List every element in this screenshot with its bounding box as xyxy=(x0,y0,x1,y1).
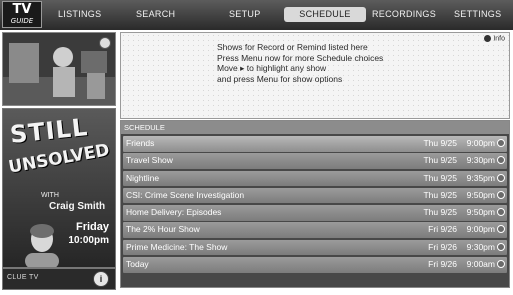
record-icon xyxy=(497,225,505,234)
tv-guide-logo: TV GUIDE xyxy=(2,1,42,28)
host-portrait-image xyxy=(25,224,59,267)
schedule-list: Schedule Friends Thu 9/25 9:00pm Travel … xyxy=(120,120,510,288)
show-title: Nightline xyxy=(126,172,160,183)
promo-ad-panel[interactable]: STILL UNSOLVED WITH Craig Smith Friday 1… xyxy=(2,108,116,268)
show-date: Fri 9/26 xyxy=(428,259,457,270)
schedule-header: Schedule xyxy=(121,121,509,134)
tab-settings[interactable]: Settings xyxy=(454,7,501,22)
info-dot-icon xyxy=(484,35,492,42)
show-time: 9:50pm xyxy=(466,189,495,200)
record-icon xyxy=(497,139,505,147)
schedule-row[interactable]: Prime Medicine: The Show Fri 9/26 9:30pm xyxy=(123,239,507,256)
show-date: Fri 9/26 xyxy=(428,241,457,252)
record-icon xyxy=(497,260,505,269)
schedule-row[interactable]: Travel Show Thu 9/25 9:30pm xyxy=(123,153,507,169)
show-time: 9:30pm xyxy=(466,241,495,252)
schedule-row[interactable]: Nightline Thu 9/25 9:35pm xyxy=(123,170,507,187)
record-icon xyxy=(497,208,505,217)
interactive-icon[interactable]: i xyxy=(93,271,109,287)
schedule-row[interactable]: Friends Thu 9/25 9:00pm xyxy=(123,136,507,152)
show-date: Thu 9/25 xyxy=(423,172,457,183)
show-title: Prime Medicine: The Show xyxy=(126,241,228,252)
help-line: Press Menu now for more Schedule choices xyxy=(217,52,384,63)
nav-tabs: Listings Search Setup Schedule Recording… xyxy=(46,7,513,23)
show-date: Thu 9/25 xyxy=(423,138,457,148)
show-title: Travel Show xyxy=(126,155,173,166)
help-line: Move ▸ to highlight any show xyxy=(217,63,327,73)
show-title: Home Delivery: Episodes xyxy=(126,207,222,218)
promo-footer: CLUE TV i xyxy=(2,268,116,290)
schedule-row[interactable]: Today Fri 9/26 9:00am xyxy=(123,257,507,273)
record-icon xyxy=(497,242,505,251)
promo-with-label: WITH xyxy=(41,192,59,199)
show-title: The 2% Hour Show xyxy=(126,224,200,235)
show-title: Friends xyxy=(126,138,155,148)
promo-airing-time: 10:00pm xyxy=(68,235,109,246)
channel-logo: CLUE TV xyxy=(7,274,39,281)
show-time: 9:00pm xyxy=(466,138,495,148)
promo-host-name: Craig Smith xyxy=(49,201,106,212)
schedule-row[interactable]: Home Delivery: Episodes Thu 9/25 9:50pm xyxy=(123,205,507,221)
tab-recordings[interactable]: Recordings xyxy=(372,7,436,22)
tab-listings[interactable]: Listings xyxy=(58,7,101,22)
show-time: 9:00am xyxy=(466,259,495,270)
show-date: Thu 9/25 xyxy=(423,207,457,218)
show-date: Thu 9/25 xyxy=(423,189,457,200)
info-icon-label: Info xyxy=(493,35,505,43)
tab-schedule[interactable]: Schedule xyxy=(284,7,366,22)
logo-sub-text: GUIDE xyxy=(10,17,34,25)
help-line: and press Menu for show options xyxy=(217,73,343,84)
tab-search[interactable]: Search xyxy=(136,7,175,22)
schedule-rows: Friends Thu 9/25 9:00pm Travel Show Thu … xyxy=(123,136,507,274)
record-icon xyxy=(497,156,505,165)
tv-guide-screen: TV GUIDE Listings Search Setup Schedule … xyxy=(0,0,513,295)
schedule-row[interactable]: CSI: Crime Scene Investigation Thu 9/25 … xyxy=(123,187,507,204)
promo-airing-day: Friday xyxy=(75,221,109,233)
show-date: Thu 9/25 xyxy=(423,155,457,166)
show-date: Fri 9/26 xyxy=(428,224,457,235)
live-video-window[interactable] xyxy=(2,32,116,106)
tab-setup[interactable]: Setup xyxy=(229,7,261,22)
schedule-row[interactable]: The 2% Hour Show Fri 9/26 9:00pm xyxy=(123,222,507,238)
show-time: 9:50pm xyxy=(466,207,495,218)
show-title: CSI: Crime Scene Investigation xyxy=(126,189,245,200)
record-icon xyxy=(497,173,505,182)
pip-icon xyxy=(99,37,111,49)
info-icon[interactable]: Info xyxy=(484,35,505,42)
help-text: Shows for Record or Remind listed here P… xyxy=(217,42,457,84)
show-time: 9:35pm xyxy=(466,172,495,183)
record-icon xyxy=(497,190,505,199)
show-title: Today xyxy=(126,259,149,270)
help-line: Shows for Record or Remind listed here xyxy=(217,42,368,52)
logo-main-text: TV xyxy=(12,2,32,17)
help-info-panel: Shows for Record or Remind listed here P… xyxy=(120,32,510,119)
show-time: 9:30pm xyxy=(466,155,495,166)
show-time: 9:00pm xyxy=(466,224,495,235)
top-nav-bar: TV GUIDE Listings Search Setup Schedule … xyxy=(0,0,513,30)
